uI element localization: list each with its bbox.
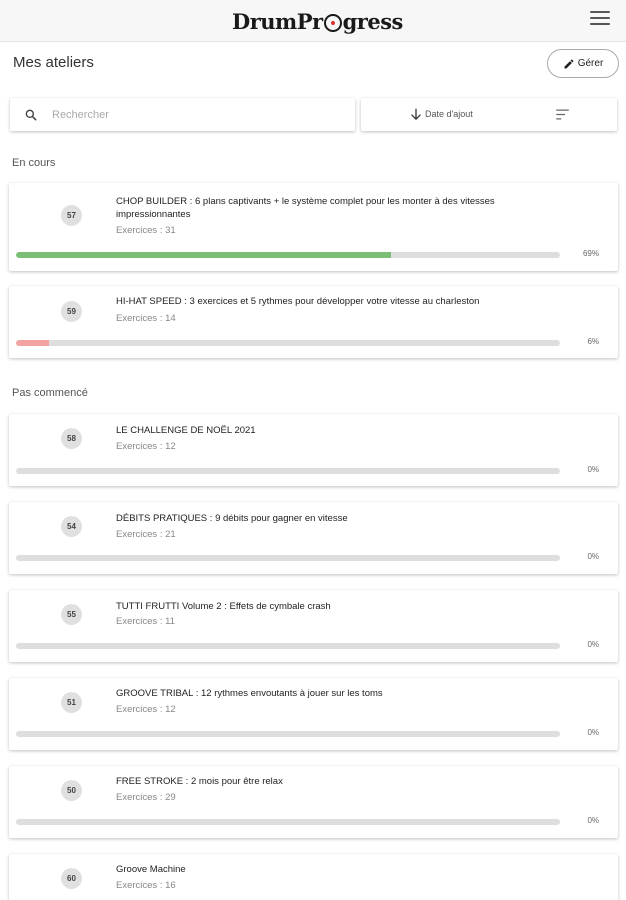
workshop-number-badge: 57 <box>61 205 82 226</box>
sort-label[interactable]: Date d'ajout <box>425 109 473 119</box>
progress-fill <box>16 340 49 346</box>
workshop-title: Groove Machine <box>116 864 186 875</box>
progress-percent: 0% <box>587 640 599 649</box>
progress-percent: 0% <box>587 816 599 825</box>
workshop-card[interactable]: 55 TUTTI FRUTTI Volume 2 : Effets de cym… <box>9 590 618 662</box>
progress-percent: 0% <box>587 728 599 737</box>
workshop-title: HI-HAT SPEED : 3 exercices et 5 rythmes … <box>116 296 480 307</box>
progress-percent: 0% <box>587 465 599 474</box>
exercise-count: Exercices : 14 <box>116 313 176 324</box>
workshop-number-badge: 58 <box>61 428 82 449</box>
workshop-title: GROOVE TRIBAL : 12 rythmes envoutants à … <box>116 688 383 699</box>
exercise-count: Exercices : 31 <box>116 225 176 236</box>
hamburger-menu-icon[interactable] <box>590 11 610 27</box>
manage-button-label: Gérer <box>577 58 604 69</box>
pencil-icon <box>564 58 574 68</box>
exercise-count: Exercices : 29 <box>116 792 176 803</box>
workshop-card[interactable]: 60 Groove Machine Exercices : 16 <box>9 854 618 900</box>
workshop-title: CHOP BUILDER : 6 plans captivants + le s… <box>116 196 495 220</box>
workshop-card[interactable]: 57 CHOP BUILDER : 6 plans captivants + l… <box>9 183 618 271</box>
progress-bar <box>16 819 560 825</box>
progress-percent: 0% <box>587 552 599 561</box>
top-bar: DrumPr gress <box>0 0 626 42</box>
progress-percent: 6% <box>587 337 599 346</box>
workshop-title: TUTTI FRUTTI Volume 2 : Effets de cymbal… <box>116 601 331 612</box>
workshop-card[interactable]: 59 HI-HAT SPEED : 3 exercices et 5 rythm… <box>9 286 618 358</box>
progress-bar <box>16 252 560 258</box>
workshop-title: FREE STROKE : 2 mois pour être relax <box>116 776 283 787</box>
exercise-count: Exercices : 16 <box>116 880 176 891</box>
exercise-count: Exercices : 21 <box>116 529 176 540</box>
stopwatch-icon <box>323 14 342 32</box>
section-title-in-progress: En cours <box>12 157 56 169</box>
section-title-not-started: Pas commencé <box>12 387 88 399</box>
progress-bar <box>16 555 560 561</box>
workshop-number-badge: 55 <box>61 604 82 625</box>
brand-logo[interactable]: DrumPr gress <box>232 6 403 36</box>
progress-bar <box>16 643 560 649</box>
sort-bar: Date d'ajout <box>361 98 617 131</box>
workshop-title: DÉBITS PRATIQUES : 9 débits pour gagner … <box>116 513 348 524</box>
workshop-number-badge: 51 <box>61 692 82 713</box>
exercise-count: Exercices : 12 <box>116 704 176 715</box>
workshop-card[interactable]: 50 FREE STROKE : 2 mois pour être relax … <box>9 766 618 838</box>
workshop-card[interactable]: 58 LE CHALLENGE DE NOËL 2021 Exercices :… <box>9 414 618 486</box>
workshop-number-badge: 60 <box>61 868 82 889</box>
manage-button[interactable]: Gérer <box>547 49 619 78</box>
workshop-number-badge: 59 <box>61 301 82 322</box>
arrow-down-icon[interactable] <box>409 107 423 122</box>
page-title: Mes ateliers <box>13 54 94 71</box>
workshop-number-badge: 50 <box>61 780 82 801</box>
workshop-card[interactable]: 51 GROOVE TRIBAL : 12 rythmes envoutants… <box>9 678 618 750</box>
progress-fill <box>16 252 392 258</box>
search-input[interactable] <box>52 108 332 121</box>
progress-bar <box>16 731 560 737</box>
exercise-count: Exercices : 11 <box>116 616 175 627</box>
workshop-number-badge: 54 <box>61 516 82 537</box>
progress-bar <box>16 468 560 474</box>
progress-percent: 69% <box>582 249 599 258</box>
search-box <box>10 98 355 131</box>
progress-bar <box>16 340 560 346</box>
workshop-card[interactable]: 54 DÉBITS PRATIQUES : 9 débits pour gagn… <box>9 502 618 574</box>
workshop-title: LE CHALLENGE DE NOËL 2021 <box>116 425 256 436</box>
search-icon <box>25 109 37 120</box>
exercise-count: Exercices : 12 <box>116 441 176 452</box>
sort-lines-icon[interactable] <box>555 108 570 121</box>
